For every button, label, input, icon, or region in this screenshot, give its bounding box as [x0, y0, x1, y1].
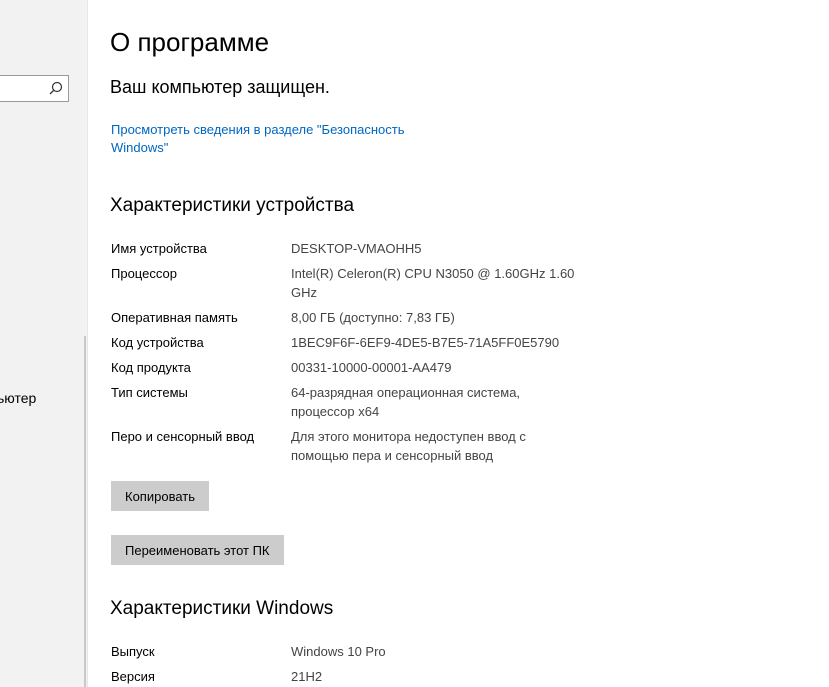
- main-content: О программе Ваш компьютер защищен. Просм…: [110, 0, 829, 687]
- copy-button[interactable]: Копировать: [111, 481, 209, 511]
- spec-value: Intel(R) Celeron(R) CPU N3050 @ 1.60GHz …: [291, 266, 575, 300]
- page-title: О программе: [110, 27, 270, 57]
- spec-label: Перо и сенсорный ввод: [111, 429, 255, 444]
- sidebar-scrollbar[interactable]: [84, 336, 86, 687]
- spec-value: Для этого монитора недоступен ввод с пом…: [291, 429, 526, 463]
- spec-label: Имя устройства: [111, 241, 207, 256]
- search-icon: [49, 81, 63, 95]
- spec-label: Код устройства: [111, 335, 204, 350]
- security-details-link[interactable]: Просмотреть сведения в разделе "Безопасн…: [111, 121, 441, 157]
- rename-pc-button[interactable]: Переименовать этот ПК: [111, 535, 284, 565]
- spec-value: DESKTOP-VMAOHH5: [291, 241, 422, 256]
- windows-specs-title: Характеристики Windows: [110, 598, 334, 619]
- spec-label: Версия: [111, 669, 155, 684]
- device-specs-title: Характеристики устройства: [110, 195, 355, 216]
- spec-label: Процессор: [111, 266, 177, 281]
- sidebar-item-computer[interactable]: ьютер: [0, 390, 36, 406]
- spec-value: 64-разрядная операционная система, проце…: [291, 385, 521, 419]
- spec-value: 1BEC9F6F-6EF9-4DE5-B7E5-71A5FF0E5790: [291, 335, 560, 350]
- spec-value: 21H2: [291, 669, 323, 684]
- spec-label: Код продукта: [111, 360, 191, 375]
- spec-label: Оперативная память: [111, 310, 238, 325]
- spec-value: 8,00 ГБ (доступно: 7,83 ГБ): [291, 310, 455, 325]
- search-input[interactable]: [0, 75, 69, 102]
- sidebar: ьютер: [0, 0, 88, 687]
- spec-label: Тип системы: [111, 385, 188, 400]
- spec-label: Выпуск: [111, 644, 155, 659]
- protection-status: Ваш компьютер защищен.: [110, 77, 330, 97]
- spec-value: Windows 10 Pro: [291, 644, 386, 659]
- spec-value: 00331-10000-00001-AA479: [291, 360, 452, 375]
